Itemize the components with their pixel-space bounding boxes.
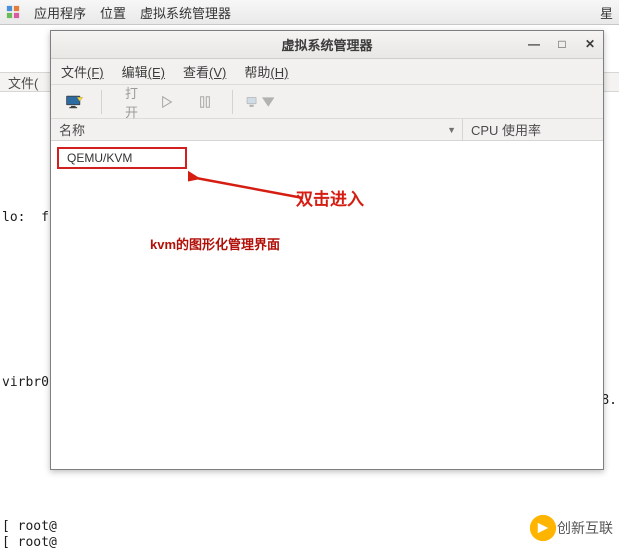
term-line-virbr: virbr0 (2, 375, 49, 390)
connection-label: QEMU/KVM (67, 151, 132, 165)
background-file-menu: 文件( (8, 73, 38, 92)
pause-vm-button[interactable] (190, 89, 220, 115)
annotation-double-click: 双击进入 (296, 185, 364, 210)
column-header-cpu[interactable]: CPU 使用率 (463, 119, 603, 140)
column-header-name[interactable]: 名称 ▼ (51, 119, 463, 140)
open-button-label: 打开 (125, 83, 138, 121)
apps-menu-icon (6, 5, 20, 19)
pause-icon (196, 95, 214, 109)
monitor-new-icon (65, 95, 83, 109)
watermark-icon (529, 514, 557, 542)
chevron-down-icon (262, 95, 275, 109)
desktop-taskbar: 应用程序 位置 虚拟系统管理器 星 (0, 0, 619, 25)
window-controls: — □ ✕ (525, 35, 599, 53)
connection-row-qemu-kvm[interactable]: QEMU/KVM (57, 147, 187, 169)
toolbar-separator (101, 90, 102, 114)
term-line-root1: [ root@ (2, 519, 57, 534)
open-vm-button[interactable]: 打开 (114, 89, 144, 115)
sort-indicator-icon: ▼ (447, 125, 456, 135)
toolbar-separator-2 (232, 90, 233, 114)
watermark-text: 创新互联 (557, 518, 613, 538)
play-icon (158, 95, 176, 109)
menu-help[interactable]: 帮助(H) (244, 62, 288, 81)
menubar: 文件(F) 编辑(E) 查看(V) 帮助(H) (51, 59, 603, 85)
window-close-button[interactable]: ✕ (581, 35, 599, 53)
menu-view[interactable]: 查看(V) (183, 62, 226, 81)
taskbar-apps[interactable]: 应用程序 (34, 3, 86, 22)
window-title: 虚拟系统管理器 (281, 35, 372, 54)
column-headers: 名称 ▼ CPU 使用率 (51, 119, 603, 141)
toolbar: 打开 (51, 85, 603, 119)
term-line-lo: lo: fl (2, 210, 57, 225)
run-vm-button[interactable] (152, 89, 182, 115)
taskbar-locations[interactable]: 位置 (100, 3, 126, 22)
new-vm-button[interactable] (59, 89, 89, 115)
watermark: 创新互联 (529, 514, 613, 542)
virt-manager-window: 虚拟系统管理器 — □ ✕ 文件(F) 编辑(E) 查看(V) 帮助(H) 打开 (50, 30, 604, 470)
shutdown-vm-button[interactable] (245, 89, 275, 115)
window-maximize-button[interactable]: □ (553, 35, 571, 53)
taskbar-active-app[interactable]: 虚拟系统管理器 (140, 3, 231, 22)
shutdown-icon (246, 95, 259, 109)
annotation-arrow (188, 170, 308, 210)
window-titlebar[interactable]: 虚拟系统管理器 — □ ✕ (51, 31, 603, 59)
taskbar-clock-partial: 星 (600, 3, 613, 22)
menu-file[interactable]: 文件(F) (61, 62, 104, 81)
window-minimize-button[interactable]: — (525, 35, 543, 53)
menu-edit[interactable]: 编辑(E) (122, 62, 165, 81)
annotation-caption: kvm的图形化管理界面 (150, 234, 280, 253)
